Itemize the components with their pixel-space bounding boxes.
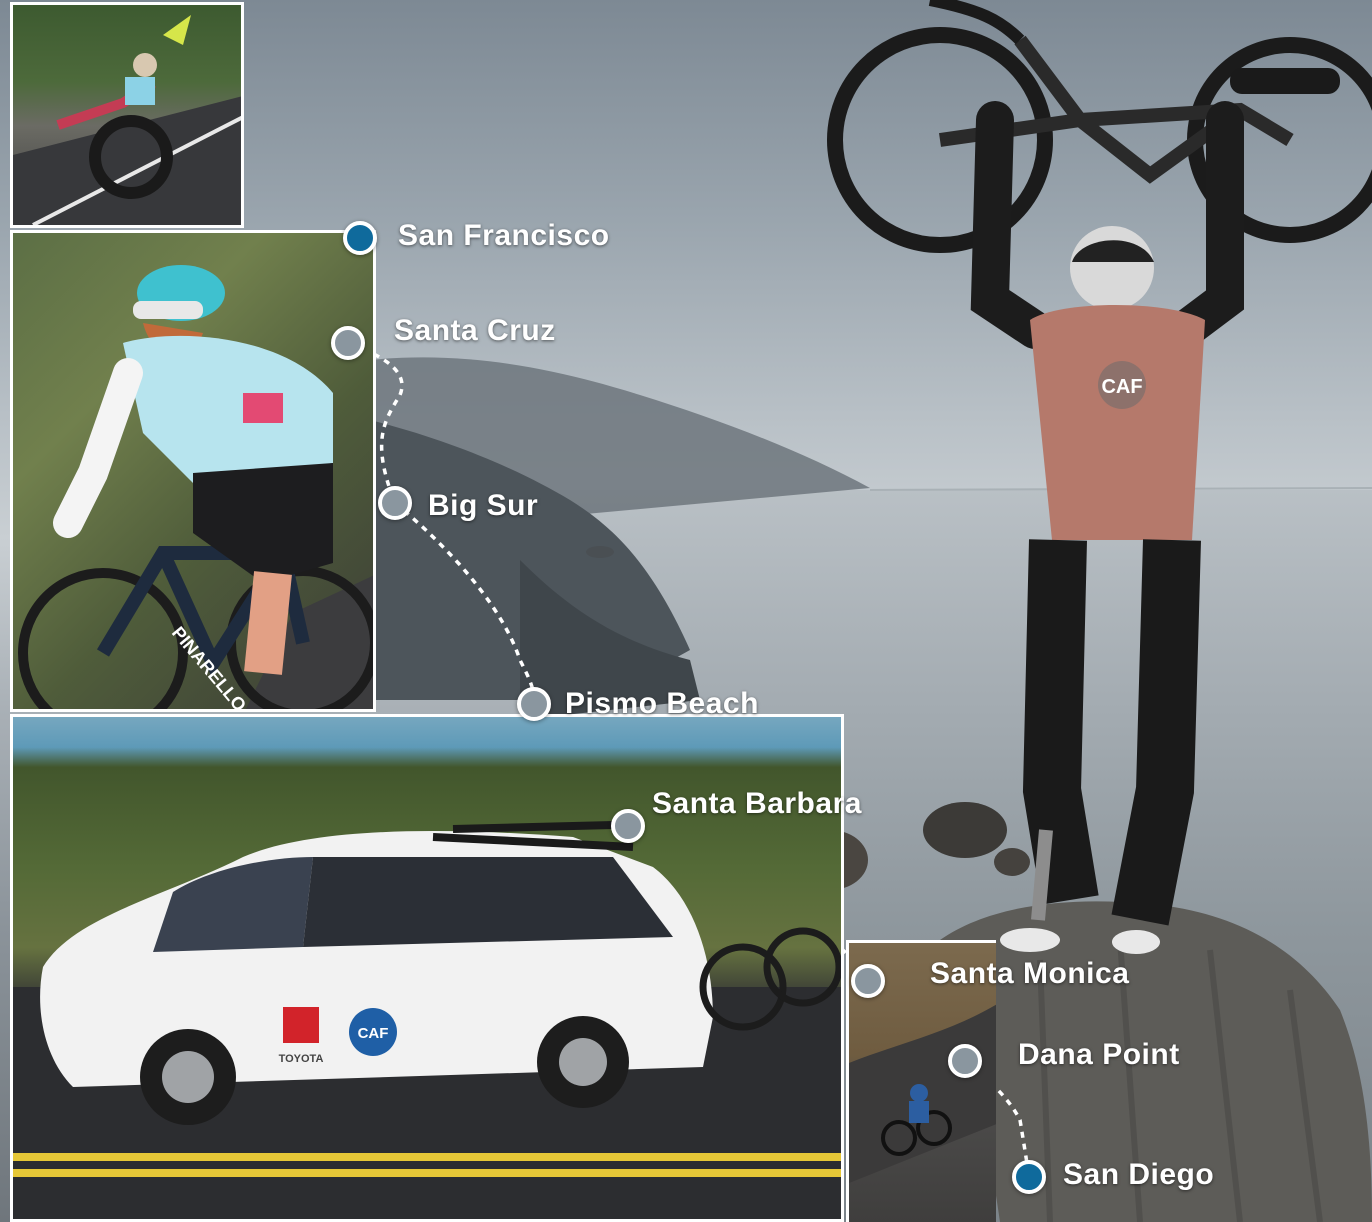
cyclist-scene: PINARELLO [18, 265, 373, 709]
stop-label-san-francisco: San Francisco [398, 219, 610, 252]
stop-label-san-diego: San Diego [1063, 1158, 1215, 1191]
stop-dot-san-diego[interactable] [1012, 1160, 1046, 1194]
stop-label-dana-point: Dana Point [1018, 1038, 1180, 1071]
stop-label-santa-barbara: Santa Barbara [652, 787, 862, 820]
handcycle-scene [13, 15, 241, 225]
stop-dot-san-francisco[interactable] [343, 221, 377, 255]
stop-label-santa-monica: Santa Monica [930, 957, 1130, 990]
cyclist-jersey [123, 335, 333, 483]
stop-dot-santa-barbara[interactable] [611, 809, 645, 843]
van-toyota-text: TOYOTA [279, 1053, 324, 1065]
photo-cyclist-big-sur: PINARELLO [10, 230, 376, 712]
stop-label-santa-cruz: Santa Cruz [394, 314, 556, 347]
road-center-line [13, 1153, 841, 1161]
stop-label-pismo-beach: Pismo Beach [565, 687, 759, 720]
route-map-collage: CAF PINARELLO TOYOTA CAF San Francisco S… [0, 0, 1372, 1222]
stop-dot-santa-monica[interactable] [851, 964, 885, 998]
stop-dot-big-sur[interactable] [378, 486, 412, 520]
stop-dot-pismo-beach[interactable] [517, 687, 551, 721]
stop-label-big-sur: Big Sur [428, 489, 539, 522]
stop-dot-santa-cruz[interactable] [331, 326, 365, 360]
photo-handcycle [10, 2, 244, 228]
van-windshield [153, 857, 313, 952]
toyota-logo [283, 1007, 319, 1043]
van-caf-text: CAF [358, 1025, 389, 1042]
stop-dot-dana-point[interactable] [948, 1044, 982, 1078]
